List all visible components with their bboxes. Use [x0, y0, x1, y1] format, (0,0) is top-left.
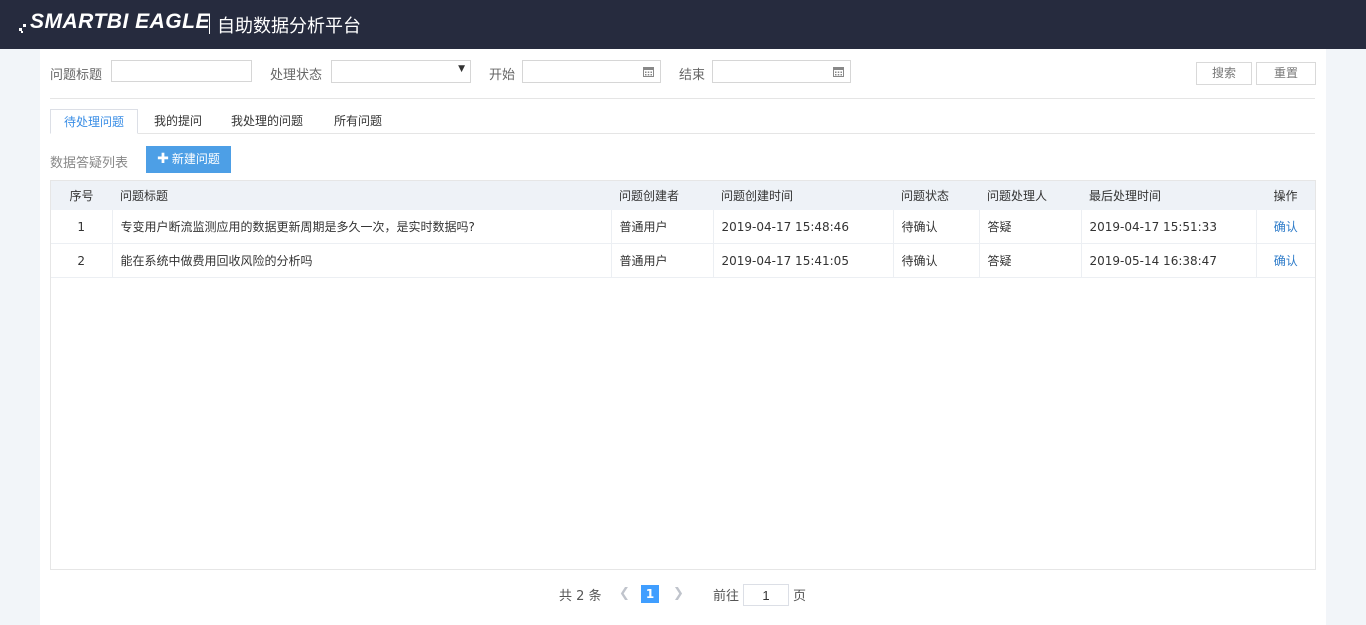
tabs-baseline — [138, 133, 1315, 134]
start-date-label: 开始 — [489, 68, 516, 83]
table-row[interactable]: 2 能在系统中做费用回收风险的分析吗 普通用户 2019-04-17 15:41… — [51, 243, 1315, 278]
row-index: 2 — [51, 243, 113, 278]
list-label: 数据答疑列表 — [50, 156, 129, 171]
status-filter-label: 处理状态 — [270, 68, 323, 83]
logo-divider — [209, 14, 210, 34]
new-question-button[interactable]: ✚ 新建问题 — [146, 146, 231, 173]
row-last-time: 2019-04-17 15:51:33 — [1081, 210, 1257, 244]
logo-text: SMARTBI EAGLE — [30, 10, 210, 33]
title-filter-input[interactable] — [111, 60, 252, 82]
end-date-label: 结束 — [679, 68, 706, 83]
tab-handled-by-me[interactable]: 我处理的问题 — [225, 109, 309, 134]
row-status: 待确认 — [893, 243, 980, 278]
table-row[interactable]: 1 专变用户断流监测应用的数据更新周期是多久一次，是实时数据吗? 普通用户 20… — [51, 210, 1315, 244]
col-header-action: 操作 — [1273, 189, 1298, 203]
col-header-created-at: 问题创建时间 — [721, 189, 794, 203]
col-header-status: 问题状态 — [901, 189, 950, 203]
goto-label: 前往 — [713, 589, 740, 604]
calendar-icon — [643, 67, 654, 77]
plus-icon: ✚ — [157, 151, 169, 167]
confirm-link[interactable]: 确认 — [1274, 220, 1298, 234]
filter-divider — [50, 98, 1315, 99]
prev-page-icon[interactable]: ❮ — [619, 586, 630, 601]
calendar-icon — [833, 67, 844, 77]
goto-page-input[interactable] — [743, 584, 789, 606]
row-index: 1 — [51, 210, 113, 244]
title-filter-label: 问题标题 — [50, 68, 103, 83]
tab-pending[interactable]: 待处理问题 — [50, 109, 138, 134]
question-table: 序号 问题标题 问题创建者 问题创建时间 问题状态 问题处理人 最后处理时间 操… — [50, 180, 1316, 570]
pagination-total: 共 2 条 — [559, 589, 602, 604]
new-question-label: 新建问题 — [171, 152, 220, 166]
confirm-link[interactable]: 确认 — [1274, 254, 1298, 268]
row-handler: 答疑 — [979, 210, 1082, 244]
col-header-handler: 问题处理人 — [987, 189, 1048, 203]
tab-my-questions[interactable]: 我的提问 — [144, 109, 212, 134]
reset-button[interactable]: 重置 — [1256, 62, 1316, 85]
main-panel: 问题标题 处理状态 ▼ 开始 结束 搜索 重置 待处理问题 我的提问 我处理的问… — [40, 49, 1326, 625]
row-title: 专变用户断流监测应用的数据更新周期是多久一次，是实时数据吗? — [112, 210, 612, 244]
col-header-index: 序号 — [69, 189, 94, 203]
page-number-current[interactable]: 1 — [641, 585, 659, 603]
row-creator: 普通用户 — [611, 210, 714, 244]
row-status: 待确认 — [893, 210, 980, 244]
row-handler: 答疑 — [979, 243, 1082, 278]
row-created-at: 2019-04-17 15:41:05 — [713, 243, 894, 278]
status-filter-select[interactable]: ▼ — [331, 60, 471, 83]
row-created-at: 2019-04-17 15:48:46 — [713, 210, 894, 244]
tab-all-questions[interactable]: 所有问题 — [324, 109, 392, 134]
table-header-row: 序号 问题标题 问题创建者 问题创建时间 问题状态 问题处理人 最后处理时间 操… — [51, 181, 1315, 210]
top-bar: SMARTBI EAGLE 自助数据分析平台 — [0, 0, 1366, 49]
caret-down-icon: ▼ — [458, 64, 465, 74]
page-suffix: 页 — [793, 589, 807, 604]
row-creator: 普通用户 — [611, 243, 714, 278]
search-button[interactable]: 搜索 — [1196, 62, 1252, 85]
app-title: 自助数据分析平台 — [217, 16, 361, 37]
col-header-creator: 问题创建者 — [619, 189, 680, 203]
col-header-title: 问题标题 — [120, 189, 169, 203]
row-last-time: 2019-05-14 16:38:47 — [1081, 243, 1257, 278]
row-title: 能在系统中做费用回收风险的分析吗 — [112, 243, 612, 278]
end-date-input[interactable] — [712, 60, 851, 83]
next-page-icon[interactable]: ❯ — [673, 586, 684, 601]
col-header-last-time: 最后处理时间 — [1089, 189, 1162, 203]
start-date-input[interactable] — [522, 60, 661, 83]
